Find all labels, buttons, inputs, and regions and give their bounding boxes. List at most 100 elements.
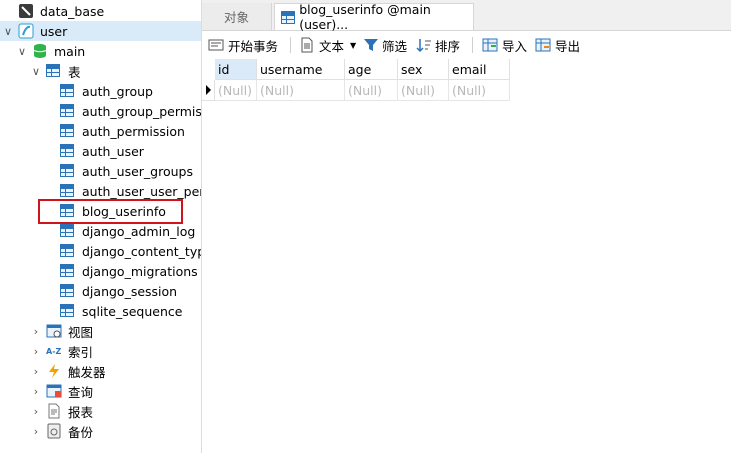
chevron-right-icon[interactable]: › bbox=[31, 365, 41, 378]
table-item[interactable]: django_content_type bbox=[0, 241, 201, 261]
table-icon bbox=[60, 124, 76, 140]
chevron-right-icon[interactable]: › bbox=[31, 325, 41, 338]
connection-user[interactable]: ∨ user bbox=[0, 21, 201, 41]
table-icon bbox=[281, 10, 295, 24]
export-icon bbox=[535, 38, 551, 52]
sqlite-connection-icon bbox=[18, 23, 34, 39]
table-label: auth_user_user_perm bbox=[82, 183, 201, 199]
tab-label: blog_userinfo @main (user)... bbox=[299, 2, 431, 32]
table-label: django_admin_log bbox=[82, 223, 196, 239]
group-label: 视图 bbox=[68, 324, 94, 340]
tab-bar: 对象 blog_userinfo @main (user)... bbox=[202, 0, 731, 32]
group-label: 查询 bbox=[68, 384, 94, 400]
table-icon bbox=[60, 164, 76, 180]
table-cell[interactable]: (Null) bbox=[449, 80, 510, 101]
column-header-email[interactable]: email bbox=[449, 59, 510, 80]
table-item[interactable]: auth_user bbox=[0, 141, 201, 161]
begin-transaction-button[interactable]: 开始事务 bbox=[208, 35, 278, 55]
table-label: django_session bbox=[82, 283, 178, 299]
backups-group[interactable]: › 备份 bbox=[0, 421, 201, 441]
tab-label: 对象 bbox=[223, 10, 249, 25]
chevron-down-icon[interactable]: ∨ bbox=[17, 45, 27, 58]
table-label: auth_group_permiss bbox=[82, 103, 202, 119]
tables-group-label: 表 bbox=[68, 64, 81, 80]
table-label: django_content_type bbox=[82, 243, 202, 259]
table-label: auth_user_groups bbox=[82, 163, 193, 179]
chevron-right-icon[interactable]: › bbox=[31, 385, 41, 398]
trigger-icon bbox=[46, 363, 62, 379]
table-icon bbox=[60, 184, 76, 200]
reports-group[interactable]: › 报表 bbox=[0, 401, 201, 421]
table-item[interactable]: auth_group_permiss bbox=[0, 101, 201, 121]
chevron-right-icon[interactable]: › bbox=[31, 345, 41, 358]
database-icon bbox=[32, 43, 48, 59]
connection-label: user bbox=[40, 23, 68, 39]
column-header-username[interactable]: username bbox=[257, 59, 345, 80]
backup-icon bbox=[46, 423, 62, 439]
toolbar-divider bbox=[472, 37, 473, 53]
index-icon: A-Z bbox=[46, 346, 62, 356]
column-header-age[interactable]: age bbox=[345, 59, 398, 80]
table-label: auth_user bbox=[82, 143, 144, 159]
text-button[interactable]: 文本 ▼ bbox=[299, 35, 356, 55]
chevron-down-icon[interactable]: ∨ bbox=[31, 65, 41, 78]
table-item[interactable]: django_migrations bbox=[0, 261, 201, 281]
indexes-group[interactable]: › A-Z 索引 bbox=[0, 341, 201, 361]
chevron-right-icon[interactable]: › bbox=[31, 425, 41, 438]
connection-data-base[interactable]: data_base bbox=[0, 1, 201, 21]
database-label: main bbox=[54, 43, 86, 59]
chevron-down-icon[interactable]: ∨ bbox=[3, 25, 13, 38]
table-item[interactable]: django_session bbox=[0, 281, 201, 301]
table-icon bbox=[60, 304, 76, 320]
table-label: sqlite_sequence bbox=[82, 303, 183, 319]
highlight-annotation-box bbox=[38, 199, 183, 224]
toolbar: 开始事务 文本 ▼ 筛选 排序 导入 导出 bbox=[202, 31, 731, 60]
tables-group[interactable]: ∨ 表 bbox=[0, 61, 201, 81]
connection-icon bbox=[18, 3, 34, 19]
current-row-arrow-icon bbox=[206, 85, 211, 95]
transaction-icon bbox=[208, 39, 224, 51]
database-main[interactable]: ∨ main bbox=[0, 41, 201, 61]
column-header-id[interactable]: id bbox=[215, 59, 257, 80]
chevron-right-icon[interactable]: › bbox=[31, 405, 41, 418]
table-label: auth_group bbox=[82, 83, 153, 99]
table-item[interactable]: auth_permission bbox=[0, 121, 201, 141]
group-label: 备份 bbox=[68, 424, 94, 440]
tab-blog-userinfo[interactable]: blog_userinfo @main (user)... bbox=[274, 2, 474, 32]
table-item[interactable]: sqlite_sequence bbox=[0, 301, 201, 321]
filter-icon bbox=[364, 39, 378, 51]
table-label: django_migrations bbox=[82, 263, 198, 279]
table-item[interactable]: auth_group bbox=[0, 81, 201, 101]
sort-icon bbox=[416, 39, 431, 53]
toolbar-divider bbox=[290, 37, 291, 53]
table-icon bbox=[60, 104, 76, 120]
export-button[interactable]: 导出 bbox=[535, 35, 580, 55]
table-item[interactable]: django_admin_log bbox=[0, 221, 201, 241]
table-cell[interactable]: (Null) bbox=[345, 80, 398, 101]
table-item[interactable]: auth_user_user_perm bbox=[0, 181, 201, 201]
sort-button[interactable]: 排序 bbox=[416, 35, 460, 55]
view-icon bbox=[46, 323, 62, 339]
data-grid: id username age sex email (Null) (Null) … bbox=[202, 59, 731, 453]
dropdown-arrow-icon: ▼ bbox=[350, 40, 357, 50]
row-indicator[interactable] bbox=[202, 80, 215, 101]
views-group[interactable]: › 视图 bbox=[0, 321, 201, 341]
import-button[interactable]: 导入 bbox=[482, 35, 527, 55]
group-label: 索引 bbox=[68, 344, 94, 360]
tab-objects[interactable]: 对象 bbox=[202, 3, 272, 30]
query-icon bbox=[46, 383, 62, 399]
group-label: 触发器 bbox=[68, 364, 106, 380]
table-cell[interactable]: (Null) bbox=[215, 80, 257, 101]
table-icon bbox=[60, 84, 76, 100]
table-item[interactable]: auth_user_groups bbox=[0, 161, 201, 181]
column-header-sex[interactable]: sex bbox=[398, 59, 449, 80]
table-label: auth_permission bbox=[82, 123, 185, 139]
queries-group[interactable]: › 查询 bbox=[0, 381, 201, 401]
table-cell[interactable]: (Null) bbox=[257, 80, 345, 101]
text-icon bbox=[301, 37, 313, 53]
import-icon bbox=[482, 38, 498, 52]
filter-button[interactable]: 筛选 bbox=[363, 35, 407, 55]
triggers-group[interactable]: › 触发器 bbox=[0, 361, 201, 381]
table-cell[interactable]: (Null) bbox=[398, 80, 449, 101]
connection-label: data_base bbox=[40, 3, 105, 19]
